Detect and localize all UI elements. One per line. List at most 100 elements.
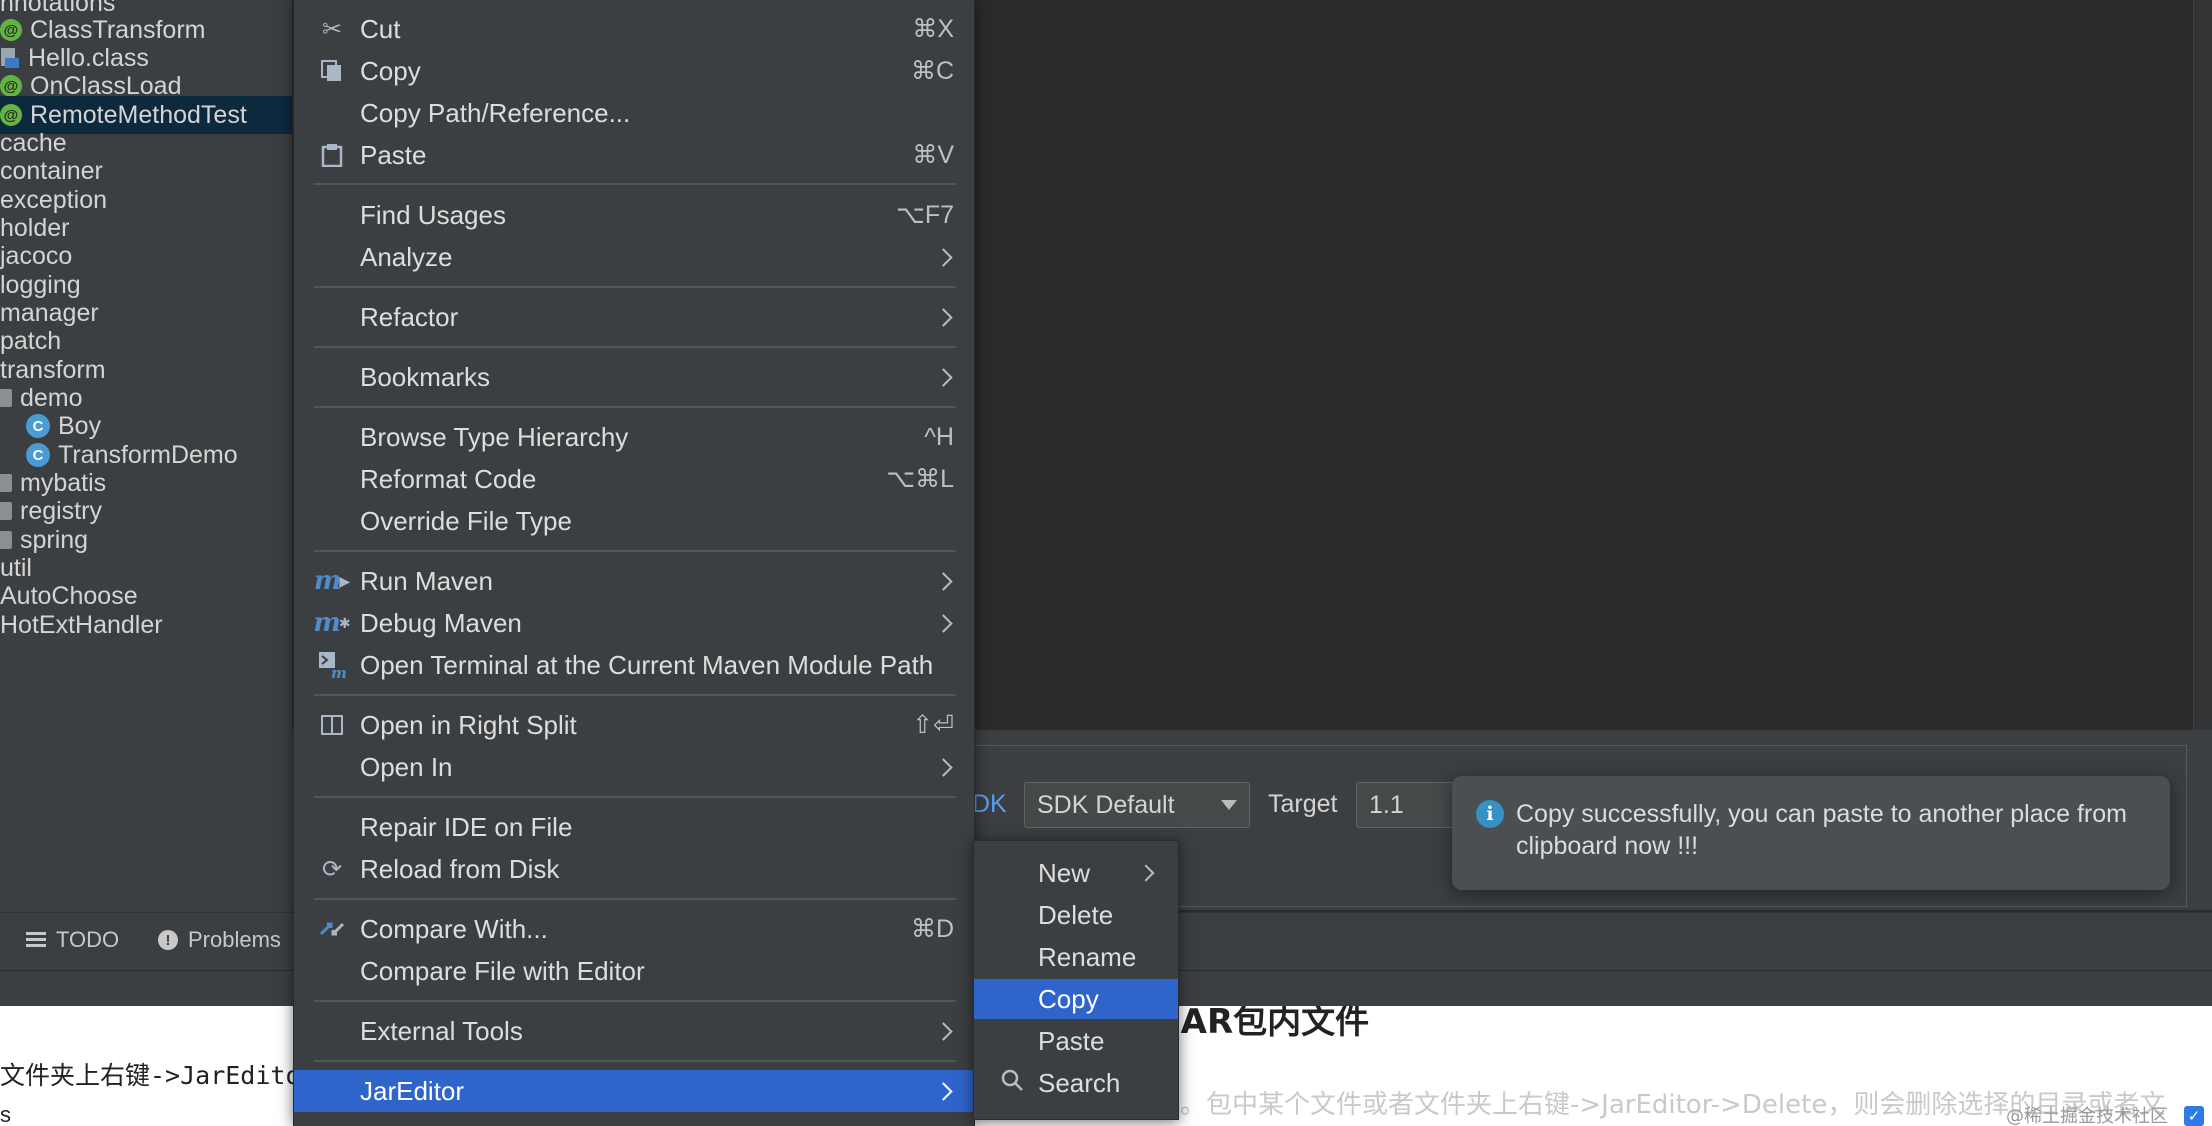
jareditor-submenu: New Delete Rename Copy Paste Search	[973, 840, 1179, 1120]
paste-icon	[318, 141, 346, 169]
menu-item-label: Compare With...	[360, 913, 548, 944]
menu-item-open-terminal-maven[interactable]: m Open Terminal at the Current Maven Mod…	[294, 644, 974, 686]
menu-item-label: Cut	[360, 13, 401, 44]
menu-item-shortcut: ⌘C	[910, 57, 954, 85]
menu-item-compare-file-with-editor[interactable]: Compare File with Editor	[294, 950, 974, 992]
menu-item-shortcut: ⌥⌘L	[886, 465, 954, 493]
menu-item-label: External Tools	[360, 1015, 523, 1046]
menu-item-reload-from-disk[interactable]: ⟳ Reload from Disk	[294, 848, 974, 890]
menu-item-bookmarks[interactable]: Bookmarks	[294, 356, 974, 398]
submenu-item-copy[interactable]: Copy	[974, 979, 1178, 1019]
copy-icon	[318, 57, 346, 85]
menu-item-override-file-type[interactable]: Override File Type	[294, 500, 974, 542]
compare-icon	[318, 915, 346, 943]
menu-item-shortcut: ⌘X	[912, 15, 954, 43]
menu-separator	[314, 183, 956, 185]
menu-item-copy-path[interactable]: Copy Path/Reference...	[294, 92, 974, 134]
maven-debug-icon: m ✱	[313, 608, 351, 638]
problems-button[interactable]: ! Problems	[158, 927, 281, 953]
menu-item-label: Copy	[360, 55, 421, 86]
folder-icon	[0, 389, 12, 407]
todo-button[interactable]: TODO	[26, 927, 119, 953]
menu-item-cut[interactable]: ✂ Cut ⌘X	[294, 8, 974, 50]
submenu-item-paste[interactable]: Paste	[974, 1021, 1178, 1061]
scissors-icon: ✂	[321, 15, 343, 43]
menu-item-paste[interactable]: Paste ⌘V	[294, 134, 974, 176]
article-text: 文件夹上右键->JarEdito	[0, 1061, 301, 1090]
menu-item-label: Open In	[360, 751, 453, 782]
menu-item-label: Find Usages	[360, 199, 506, 230]
problems-icon: !	[158, 930, 178, 950]
notification-toast[interactable]: i Copy successfully, you can paste to an…	[1452, 776, 2170, 890]
checkbox-icon[interactable]: ✓	[2184, 1106, 2204, 1126]
menu-item-repair-ide[interactable]: Repair IDE on File	[294, 806, 974, 848]
list-icon	[26, 932, 46, 948]
submenu-item-label: Delete	[1038, 899, 1114, 930]
menu-separator	[314, 1060, 956, 1062]
annotation-icon: @	[0, 19, 22, 41]
chevron-right-icon	[934, 247, 953, 267]
chevron-right-icon	[1137, 864, 1155, 882]
menu-item-reformat-code[interactable]: Reformat Code ⌥⌘L	[294, 458, 974, 500]
menu-item-external-tools[interactable]: External Tools	[294, 1010, 974, 1052]
menu-item-browse-type-hierarchy[interactable]: Browse Type Hierarchy ^H	[294, 416, 974, 458]
reload-icon: ⟳	[321, 855, 343, 883]
menu-item-open-right-split[interactable]: Open in Right Split ⇧⏎	[294, 704, 974, 746]
menu-item-label: Debug Maven	[360, 607, 522, 638]
maven-run-icon: m ▶	[313, 566, 351, 596]
menu-item-shortcut: ^H	[924, 422, 954, 451]
menu-item-label: Refactor	[360, 301, 459, 332]
tree-item-label: HotExtHandler	[0, 610, 163, 639]
menu-item-refactor[interactable]: Refactor	[294, 296, 974, 338]
sdk-select[interactable]: SDK Default	[1024, 782, 1250, 828]
menu-item-copy[interactable]: Copy ⌘C	[294, 50, 974, 92]
info-icon: i	[1476, 800, 1504, 828]
chevron-right-icon	[934, 307, 953, 327]
menu-separator	[314, 898, 956, 900]
sdk-select-value: SDK Default	[1037, 790, 1175, 819]
menu-item-label: Open Terminal at the Current Maven Modul…	[360, 649, 934, 680]
class-icon: C	[26, 414, 50, 438]
submenu-item-delete[interactable]: Delete	[974, 895, 1178, 935]
submenu-item-rename[interactable]: Rename	[974, 937, 1178, 977]
target-input-value: 1.1	[1369, 790, 1404, 819]
menu-item-analyze[interactable]: Analyze	[294, 236, 974, 278]
submenu-item-label: New	[1038, 857, 1091, 888]
menu-item-jareditor[interactable]: JarEditor	[294, 1070, 974, 1112]
tree-item[interactable]: HotExtHandler	[0, 606, 292, 644]
menu-separator	[314, 694, 956, 696]
menu-item-shortcut: ⌘D	[910, 915, 954, 943]
terminal-maven-icon: m	[318, 651, 346, 679]
menu-item-compare-with[interactable]: Compare With... ⌘D	[294, 908, 974, 950]
menu-item-label: Bookmarks	[360, 361, 491, 392]
menu-item-find-usages[interactable]: Find Usages ⌥F7	[294, 194, 974, 236]
menu-item-run-maven[interactable]: m ▶ Run Maven	[294, 560, 974, 602]
chevron-right-icon	[934, 571, 953, 591]
todo-label: TODO	[56, 927, 120, 952]
target-input[interactable]: 1.1	[1356, 782, 1456, 828]
menu-separator	[314, 796, 956, 798]
chevron-right-icon	[934, 367, 953, 387]
editor-scrollbar[interactable]	[2193, 0, 2212, 730]
submenu-item-search[interactable]: Search	[974, 1063, 1178, 1103]
menu-item-debug-maven[interactable]: m ✱ Debug Maven	[294, 602, 974, 644]
menu-item-shortcut: ⌘V	[912, 141, 954, 169]
chevron-right-icon	[934, 757, 953, 777]
menu-item-open-in[interactable]: Open In	[294, 746, 974, 788]
submenu-item-label: Search	[1038, 1067, 1121, 1098]
article-text: s	[0, 1102, 11, 1126]
search-icon	[1000, 1068, 1024, 1099]
chevron-right-icon	[934, 1021, 953, 1041]
menu-separator	[314, 346, 956, 348]
menu-separator	[314, 1000, 956, 1002]
menu-item-shortcut: ⌥F7	[896, 201, 954, 229]
annotation-icon: @	[0, 75, 22, 97]
chevron-right-icon	[934, 1081, 953, 1101]
problems-label: Problems	[188, 927, 281, 952]
submenu-item-label: Paste	[1038, 1025, 1105, 1056]
menu-item-label: Copy Path/Reference...	[360, 97, 631, 128]
annotation-icon: @	[0, 104, 22, 126]
submenu-item-label: Rename	[1038, 941, 1137, 972]
menu-item-label: Repair IDE on File	[360, 811, 573, 842]
submenu-item-new[interactable]: New	[974, 853, 1178, 893]
